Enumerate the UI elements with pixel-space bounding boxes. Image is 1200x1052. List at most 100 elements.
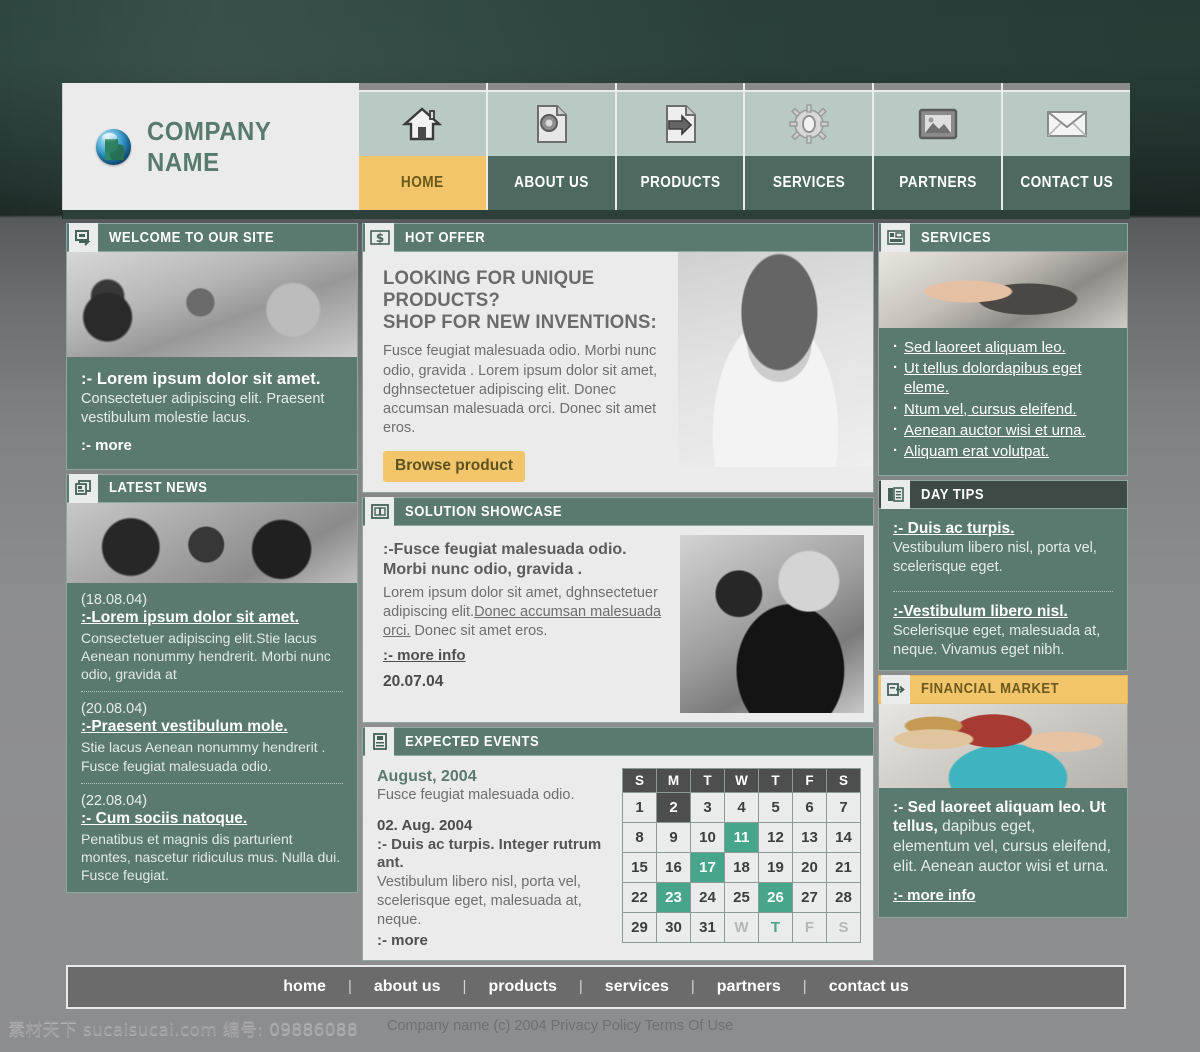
calendar-day-cell[interactable]: 18	[725, 853, 758, 883]
tip-body: Scelerisque eget, malesuada at, neque. V…	[893, 622, 1101, 658]
financial-lede: :- Sed laoreet aliquam leo. Ut tellus, d…	[893, 798, 1113, 877]
calendar-day-cell[interactable]: 10	[691, 823, 724, 853]
panel-hot-offer: $ HOT OFFER LOOKING FOR UNIQUE PRODUCTS?…	[362, 223, 874, 494]
main-nav: HOME ABOUT US PRODUCTS SERVICES PARTNERS CONT…	[359, 83, 1130, 210]
nav-item-partners[interactable]: PARTNERS	[872, 83, 1002, 210]
nav-item-about-us[interactable]: ABOUT US	[485, 83, 615, 210]
calendar-day-cell[interactable]: 5	[759, 793, 792, 823]
calendar-day-cell[interactable]: 25	[725, 883, 758, 913]
site-wrapper: COMPANY NAME HOME ABOUT US PRODUCTS SERVICE…	[62, 83, 1130, 1009]
nav-item-contact-us[interactable]: CONTACT US	[1001, 83, 1130, 210]
calendar-day-cell[interactable]: 22	[623, 883, 656, 913]
calendar-day-cell[interactable]: 9	[657, 823, 690, 853]
calendar-day-cell[interactable]: F	[793, 913, 826, 943]
calendar-day-cell[interactable]: 2	[657, 793, 690, 823]
service-list-item[interactable]: Aenean auctor wisi et urna.	[893, 420, 1115, 440]
service-link[interactable]: Ut tellus dolordapibus eget eleme.	[904, 360, 1082, 396]
calendar-table[interactable]: SMTWTFS 1 2 3 4 5 6 7 8 9 10 11 12 13 14 15 16 17 18 19 20 2…	[622, 768, 861, 944]
calendar-day-cell[interactable]: W	[725, 913, 758, 943]
envelope-icon[interactable]	[1003, 92, 1130, 156]
panel-welcome-header: WELCOME TO OUR SITE	[66, 223, 358, 252]
calendar-day-cell[interactable]: 28	[827, 883, 860, 913]
calendar-day-cell[interactable]: 15	[623, 853, 656, 883]
panel-financial-market: FINANCIAL MARKET :- Sed laoreet aliquam …	[878, 674, 1128, 918]
calendar-day-cell[interactable]: 1	[623, 793, 656, 823]
nav-label[interactable]: HOME	[359, 156, 486, 210]
service-list-item[interactable]: Sed laoreet aliquam leo.	[893, 337, 1115, 357]
service-link[interactable]: Aenean auctor wisi et urna.	[904, 422, 1086, 439]
calendar-day-cell[interactable]: 27	[793, 883, 826, 913]
showcase-more-info-link[interactable]: :- more info	[383, 647, 466, 664]
home-icon[interactable]	[359, 92, 486, 156]
service-list-item[interactable]: Ut tellus dolordapibus eget eleme.	[893, 358, 1115, 397]
footer-link-services[interactable]: services	[583, 978, 691, 996]
nav-item-services[interactable]: SERVICES	[743, 83, 873, 210]
calendar-day-cell[interactable]: 16	[657, 853, 690, 883]
showcase-body: Lorem ipsum dolor sit amet, dghnsectetue…	[383, 584, 668, 641]
calendar-day-cell[interactable]: 13	[793, 823, 826, 853]
welcome-more-link[interactable]: :- more	[81, 437, 132, 454]
news-title-link[interactable]: :-Lorem ipsum dolor sit amet.	[81, 609, 343, 627]
nav-label[interactable]: SERVICES	[745, 156, 873, 210]
footer-link-home[interactable]: home	[261, 978, 348, 996]
news-stack-icon	[69, 473, 98, 503]
calendar-day-cell[interactable]: 3	[691, 793, 724, 823]
news-list: (18.08.04):-Lorem ipsum dolor sit amet. C…	[67, 583, 357, 893]
calendar-day-cell[interactable]: 30	[657, 913, 690, 943]
calendar-day-cell[interactable]: 31	[691, 913, 724, 943]
financial-more-info-link[interactable]: :- more info	[893, 887, 976, 904]
calendar-day-cell[interactable]: 26	[759, 883, 792, 913]
footer-link-contact-us[interactable]: contact us	[807, 978, 931, 996]
calendar-day-cell[interactable]: 6	[793, 793, 826, 823]
arrow-page-icon[interactable]	[616, 92, 744, 156]
calendar-day-cell[interactable]: 29	[623, 913, 656, 943]
calendar-day-cell[interactable]: 14	[827, 823, 860, 853]
calendar-day-cell[interactable]: T	[759, 913, 792, 943]
calendar-day-cell[interactable]: 7	[827, 793, 860, 823]
calendar-weekday: T	[759, 769, 792, 793]
tips-list: :- Duis ac turpis. Vestibulum libero nisl…	[879, 509, 1127, 669]
gear-icon[interactable]	[745, 92, 873, 156]
service-link[interactable]: Sed laoreet aliquam leo.	[904, 339, 1066, 356]
calendar-day-cell[interactable]: 8	[623, 823, 656, 853]
calendar-day-cell[interactable]: 23	[657, 883, 690, 913]
panel-solution-showcase-header: SOLUTION SHOWCASE	[362, 497, 874, 527]
tip-title-link[interactable]: :- Duis ac turpis.	[893, 520, 1014, 538]
service-list-item[interactable]: Aliquam erat volutpat.	[893, 441, 1115, 461]
nav-item-home[interactable]: HOME	[359, 83, 486, 210]
nav-item-products[interactable]: PRODUCTS	[614, 83, 744, 210]
browse-product-button[interactable]: Browse product	[383, 451, 525, 483]
footer-link-partners[interactable]: partners	[695, 978, 803, 996]
news-title-link[interactable]: :-Praesent vestibulum mole.	[81, 718, 343, 736]
event-title: :- Duis ac turpis. Integer rutrum ant.	[377, 836, 602, 872]
calendar-day-cell[interactable]: 17	[691, 853, 724, 883]
calendar-day-cell[interactable]: 21	[827, 853, 860, 883]
calendar-day-cell[interactable]: S	[827, 913, 860, 943]
tip-title-link[interactable]: :-Vestibulum libero nisl.	[893, 603, 1068, 621]
service-link[interactable]: Aliquam erat volutpat.	[904, 443, 1049, 460]
document-icon[interactable]	[487, 92, 615, 156]
service-list-item[interactable]: Ntum vel, cursus eleifend.	[893, 399, 1115, 419]
calendar-day-cell[interactable]: 19	[759, 853, 792, 883]
picture-icon[interactable]	[874, 92, 1002, 156]
svg-text:$: $	[375, 231, 383, 245]
middle-column: $ HOT OFFER LOOKING FOR UNIQUE PRODUCTS?…	[362, 223, 874, 965]
nav-label[interactable]: PARTNERS	[874, 156, 1002, 210]
calendar-day-cell[interactable]: 11	[725, 823, 758, 853]
nav-label[interactable]: PRODUCTS	[616, 156, 744, 210]
brand-block[interactable]: COMPANY NAME	[63, 83, 359, 210]
service-link[interactable]: Ntum vel, cursus eleifend.	[904, 401, 1077, 418]
footer-link-products[interactable]: products	[466, 978, 578, 996]
footer-link-about-us[interactable]: about us	[352, 978, 463, 996]
panel-welcome-title: WELCOME TO OUR SITE	[109, 229, 275, 246]
calendar-day-cell[interactable]: 20	[793, 853, 826, 883]
nav-label[interactable]: ABOUT US	[487, 156, 615, 210]
panel-latest-news: LATEST NEWS (18.08.04):-Lorem ipsum dolo…	[66, 473, 358, 894]
news-title-link[interactable]: :- Cum sociis natoque.	[81, 810, 343, 828]
calendar-day-cell[interactable]: 12	[759, 823, 792, 853]
nav-label[interactable]: CONTACT US	[1003, 156, 1130, 210]
calendar-day-cell[interactable]: 24	[691, 883, 724, 913]
calendar-day-cell[interactable]: 4	[725, 793, 758, 823]
news-date: (20.08.04)	[81, 701, 148, 718]
events-more-link[interactable]: :- more	[377, 932, 428, 949]
